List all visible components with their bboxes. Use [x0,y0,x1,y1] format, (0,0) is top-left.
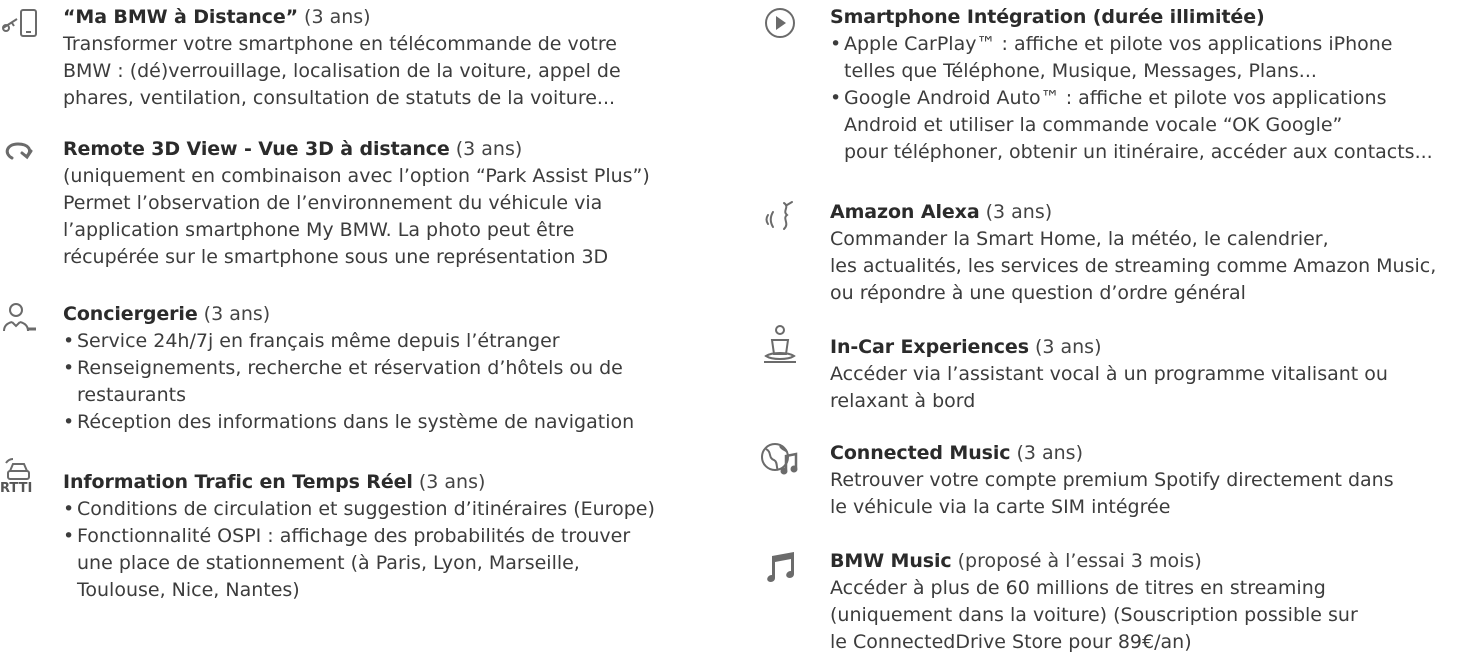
feature-bmw-music-title: BMW Music [830,550,952,572]
feature-remote-line: Transformer votre smartphone en télécomm… [63,33,617,55]
rtti-label: RTTI [0,481,33,496]
feature-view3d-body: Remote 3D View - Vue 3D à distance (3 an… [63,136,730,271]
voice-waves-icon [760,199,800,235]
feature-alexa-line: les actualités, les services de streamin… [830,255,1437,277]
music-note-icon [760,550,800,586]
meditation-icon [760,324,800,368]
globe-music-icon [760,440,800,476]
feature-incar-title: In-Car Experiences [830,336,1029,358]
list-item-continuation: pour téléphoner, obtenir un itinéraire, … [844,141,1433,163]
list-item-continuation: Android et utiliser la commande vocale “… [844,114,1343,136]
feature-smartphone-body: Smartphone Intégration (durée illimitée)… [830,4,1472,166]
feature-bmw-music-line: Accéder à plus de 60 millions de titres … [830,577,1326,599]
feature-remote-title: “Ma BMW à Distance” [63,6,298,28]
feature-view3d-line: Permet l’observation de l’environnement … [63,192,603,214]
feature-bmw-music-body: BMW Music (proposé à l’essai 3 mois) Acc… [830,548,1472,656]
feature-alexa-duration: (3 ans) [979,201,1053,223]
list-item: • Service 24h/7j en français même depuis … [63,330,560,352]
list-item: • Fonctionnalité OSPI : affichage des pro… [63,525,631,547]
feature-bmw-music-line: le ConnectedDrive Store pour 89€/an) [830,631,1192,653]
feature-concierge-duration: (3 ans) [197,303,271,325]
feature-connected-music-line: Retrouver votre compte premium Spotify d… [830,469,1394,491]
feature-remote-duration: (3 ans) [298,6,371,28]
list-item-continuation: une place de stationnement (à Paris, Lyo… [77,552,580,574]
feature-bmw-music-duration: (proposé à l’essai 3 mois) [951,550,1202,572]
feature-remote-body: “Ma BMW à Distance” (3 ans) Transformer … [63,4,730,112]
list-item: • Google Android Auto™ : affiche et pilot… [830,87,1387,109]
feature-smartphone-title: Smartphone Intégration (durée illimitée) [830,6,1265,28]
feature-alexa-line: ou répondre à une question d’ordre génér… [830,282,1246,304]
feature-traffic-title: Information Trafic en Temps Réel [63,471,413,493]
feature-view3d-title: Remote 3D View - Vue 3D à distance [63,138,450,160]
feature-incar-line: relaxant à bord [830,390,976,412]
feature-incar-duration: (3 ans) [1028,336,1102,358]
feature-connected-music-body: Connected Music (3 ans) Retrouver votre … [830,440,1472,521]
phone-key-icon [0,6,40,42]
feature-connected-music-line: le véhicule via la carte SIM intégrée [830,496,1171,518]
feature-alexa-title: Amazon Alexa [830,201,980,223]
rotate-arrow-icon [0,136,40,172]
list-item: • Renseignements, recherche et réservatio… [63,357,623,379]
feature-concierge-body: Conciergerie (3 ans) • Service 24h/7j en … [63,301,730,436]
feature-incar-body: In-Car Experiences (3 ans) Accéder via l… [830,334,1472,415]
feature-view3d-line: l’application smartphone My BMW. La phot… [63,219,575,241]
feature-remote-line: phares, ventilation, consultation de sta… [63,87,616,109]
feature-remote-line: BMW : (dé)verrouillage, localisation de … [63,60,621,82]
list-item-continuation: restaurants [77,384,186,406]
feature-traffic-duration: (3 ans) [412,471,486,493]
feature-incar-line: Accéder via l’assistant vocal à un progr… [830,363,1388,385]
feature-connected-music-title: Connected Music [830,442,1011,464]
feature-connected-music-duration: (3 ans) [1010,442,1083,464]
list-item-continuation: Toulouse, Nice, Nantes) [77,579,300,601]
feature-view3d-duration: (3 ans) [449,138,523,160]
feature-alexa-body: Amazon Alexa (3 ans) Commander la Smart … [830,199,1472,307]
feature-view3d-line: (uniquement en combinaison avec l’option… [63,165,650,187]
list-item: • Conditions de circulation et suggestion… [63,498,655,520]
list-item: • Apple CarPlay™ : affiche et pilote vos … [830,33,1393,55]
feature-traffic-body: Information Trafic en Temps Réel (3 ans)… [63,469,730,604]
play-circle-icon [760,6,800,42]
list-item-continuation: telles que Téléphone, Musique, Messages,… [844,60,1317,82]
concierge-person-icon [0,301,40,337]
list-item: • Réception des informations dans le syst… [63,411,635,433]
feature-concierge-title: Conciergerie [63,303,198,325]
feature-bmw-music-line: (uniquement dans la voiture) (Souscripti… [830,604,1358,626]
feature-view3d-line: récupérée sur le smartphone sous une rep… [63,246,609,268]
feature-alexa-line: Commander la Smart Home, la météo, le ca… [830,228,1329,250]
traffic-car-icon: RTTI [0,457,40,501]
